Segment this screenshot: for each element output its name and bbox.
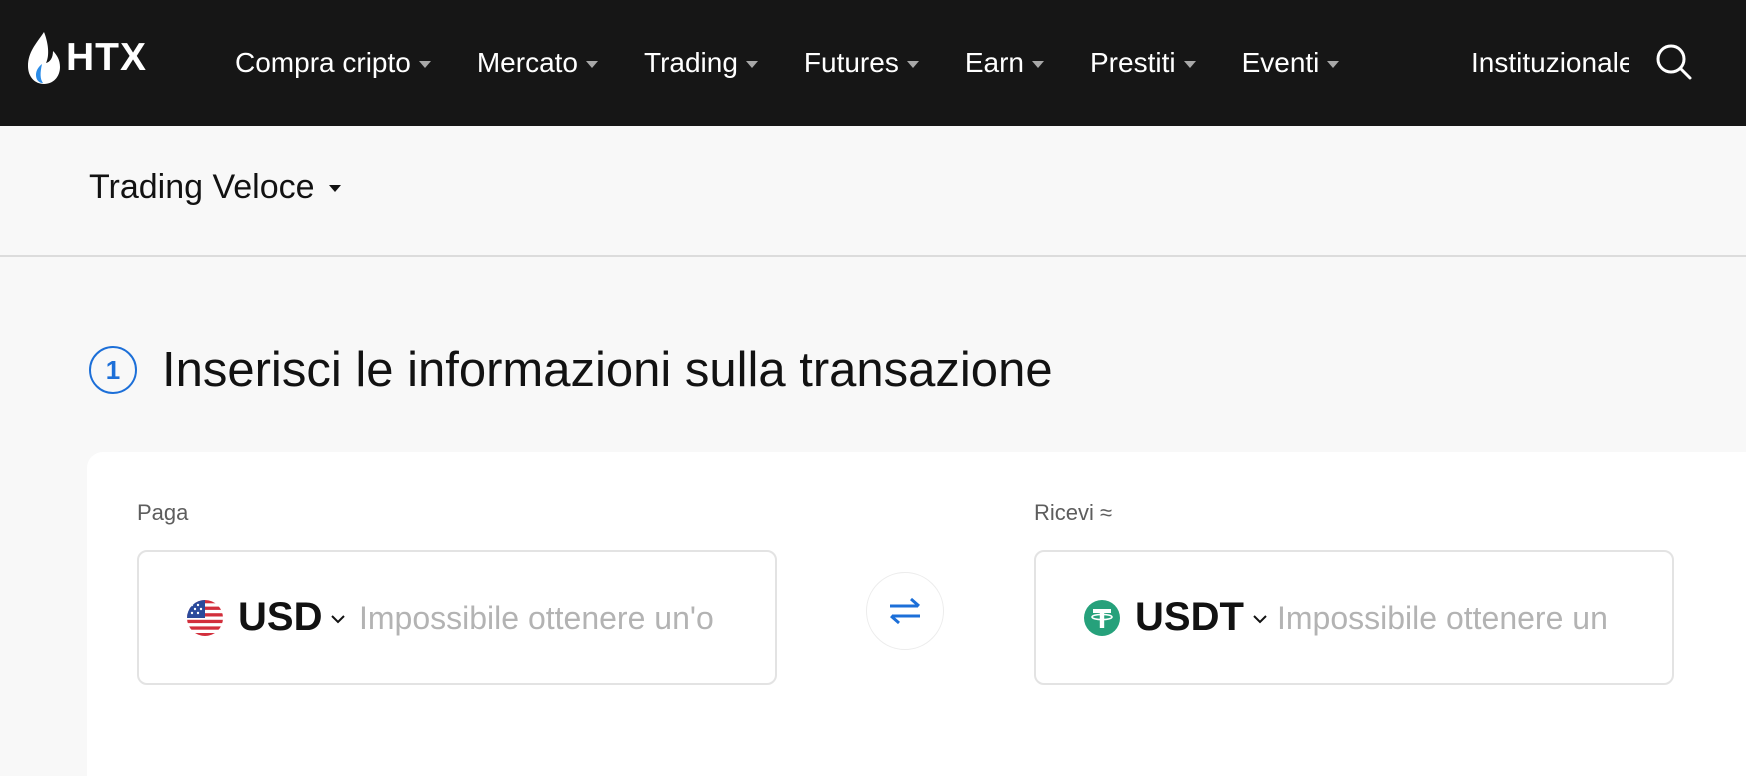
swap-currencies-button[interactable] [866,572,944,650]
tether-icon [1084,599,1120,636]
caret-down-icon [1183,61,1196,68]
nav-item-trading[interactable]: Trading [644,47,758,79]
caret-down-icon [418,61,431,68]
caret-down-icon [328,185,341,192]
nav-item-label: Futures [803,47,899,78]
main-menu: Compra cripto Mercato Trading Futures Ea… [235,0,1385,126]
search-icon [1656,44,1692,80]
caret-down-icon [1032,61,1044,68]
nav-item-futures[interactable]: Futures [804,47,919,79]
search-button[interactable] [1654,42,1694,82]
nav-item-prestiti[interactable]: Prestiti [1090,47,1196,79]
caret-down-icon [1327,61,1340,68]
caret-down-icon [745,61,758,68]
receive-amount-input[interactable] [1277,592,1657,644]
step-number: 1 [105,354,121,385]
nav-item-label: Earn [964,47,1024,78]
receive-currency-select[interactable]: USDT [1084,552,1268,683]
us-flag-icon [187,599,223,636]
pay-currency-select[interactable]: USD [187,552,346,683]
nav-overflow-clip: Instituzionale [1471,0,1629,126]
htx-logo[interactable]: HTX [26,30,147,86]
nav-item-mercato[interactable]: Mercato [477,47,598,79]
pay-currency-code: USD [238,595,323,639]
step-number-badge: 1 [89,346,137,394]
logo-text: HTX [66,36,147,79]
nav-item-label: Prestiti [1090,47,1176,78]
nav-item-label: Mercato [476,47,578,78]
receive-field: USDT [1034,550,1674,685]
nav-item-earn[interactable]: Earn [965,47,1044,79]
trading-mode-dropdown[interactable]: Trading Veloce [89,168,341,207]
caret-down-icon [586,61,598,68]
nav-item-eventi[interactable]: Eventi [1242,47,1340,79]
nav-item-instituzionale[interactable]: Instituzionale [1471,47,1629,79]
flame-icon [28,32,60,84]
caret-down-icon [906,61,919,68]
nav-item-label: Trading [644,47,738,78]
receive-currency-code: USDT [1135,595,1244,639]
sub-header: Trading Veloce [0,126,1746,257]
nav-item-label: Instituzionale [1471,47,1629,78]
step-heading: 1 Inserisci le informazioni sulla transa… [89,342,1053,398]
chevron-down-icon [1253,614,1267,623]
pay-label: Paga [137,500,189,525]
receive-label: Ricevi ≈ [1034,500,1113,525]
trading-mode-label: Trading Veloce [89,168,315,206]
swap-arrows-icon [890,597,920,625]
nav-item-compra-cripto[interactable]: Compra cripto [235,47,431,79]
chevron-down-icon [331,614,346,623]
step-title: Inserisci le informazioni sulla transazi… [162,343,1053,397]
top-navigation-bar: HTX Compra cripto Mercato Trading Future… [0,0,1746,126]
pay-amount-input[interactable] [359,592,739,644]
pay-field: USD [137,550,777,685]
nav-item-label: Eventi [1241,47,1320,78]
nav-item-label: Compra cripto [235,47,411,78]
